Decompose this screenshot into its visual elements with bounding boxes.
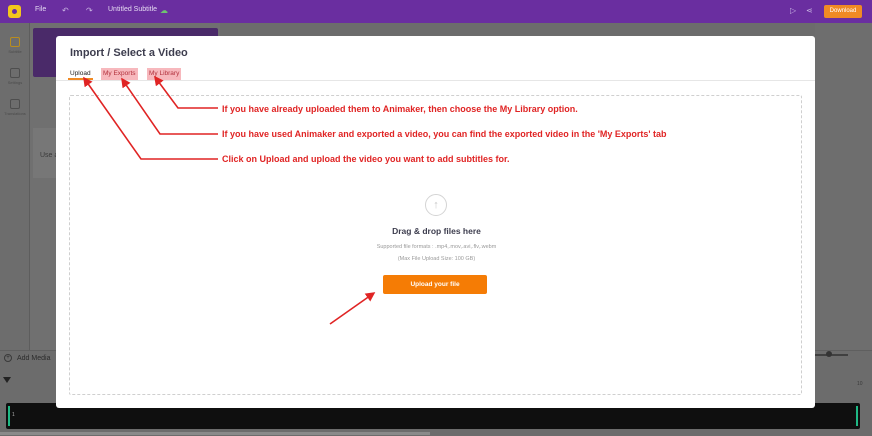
sidebar-item-subtitle[interactable]: Subtitle — [0, 37, 30, 54]
sliders-icon — [10, 68, 20, 78]
import-video-modal: Import / Select a Video Upload My Export… — [56, 36, 815, 408]
file-drop-zone[interactable]: ↑ Drag & drop files here Supported file … — [69, 95, 802, 395]
timeline-end-label: 10 — [857, 381, 863, 387]
download-button[interactable]: Download — [824, 5, 862, 18]
add-media-label: Add Media — [17, 354, 51, 362]
undo-icon[interactable]: ↶ — [62, 6, 69, 16]
sidebar-item-label: Settings — [7, 80, 23, 85]
modal-tabs: Upload My Exports My Library — [56, 67, 815, 81]
zoom-slider-knob[interactable] — [826, 351, 832, 357]
drop-title: Drag & drop files here — [392, 226, 481, 236]
upload-arrow-icon: ↑ — [425, 194, 447, 216]
track-start-handle[interactable] — [8, 406, 10, 426]
file-menu[interactable]: File — [35, 6, 46, 13]
annotation-my-library: If you have already uploaded them to Ani… — [222, 104, 578, 114]
play-preview-icon[interactable]: ▷ — [790, 6, 796, 16]
upload-file-button[interactable]: Upload your file — [383, 275, 487, 294]
top-bar: File ↶ ↷ Untitled Subtitle ☁ ▷ ⋖ Downloa… — [0, 0, 872, 23]
share-icon[interactable]: ⋖ — [806, 6, 813, 16]
timeline-scrollbar[interactable] — [0, 432, 430, 435]
track-number: 1 — [12, 412, 15, 418]
redo-icon[interactable]: ↷ — [86, 6, 93, 16]
annotation-my-exports: If you have used Animaker and exported a… — [222, 129, 667, 139]
tab-my-exports[interactable]: My Exports — [101, 68, 138, 80]
sidebar-item-label: Subtitle — [8, 49, 22, 54]
project-title[interactable]: Untitled Subtitle — [108, 6, 157, 13]
modal-title: Import / Select a Video — [70, 47, 188, 59]
sidebar-item-settings[interactable]: Settings — [0, 68, 30, 85]
supported-formats-text: Supported file formats : .mp4,.mov,.avi,… — [376, 244, 497, 250]
tab-my-library[interactable]: My Library — [147, 68, 182, 80]
max-size-text: (Max File Upload Size: 100 GB) — [397, 256, 476, 262]
sidebar-item-translations[interactable]: Translations — [0, 99, 30, 116]
left-sidebar: Subtitle Settings Translations — [0, 23, 30, 350]
workspace-background — [815, 23, 872, 350]
tab-upload[interactable]: Upload — [68, 68, 93, 80]
add-media-button[interactable]: + Add Media — [4, 354, 50, 362]
subtitle-icon — [10, 37, 20, 47]
sidebar-item-label: Translations — [4, 111, 26, 116]
annotation-upload: Click on Upload and upload the video you… — [222, 154, 510, 164]
translate-icon — [10, 99, 20, 109]
playhead[interactable] — [3, 377, 11, 383]
track-end-handle[interactable] — [856, 406, 858, 426]
plus-icon: + — [4, 354, 12, 362]
cloud-saved-icon: ☁ — [160, 6, 168, 15]
app-logo[interactable] — [8, 5, 21, 18]
